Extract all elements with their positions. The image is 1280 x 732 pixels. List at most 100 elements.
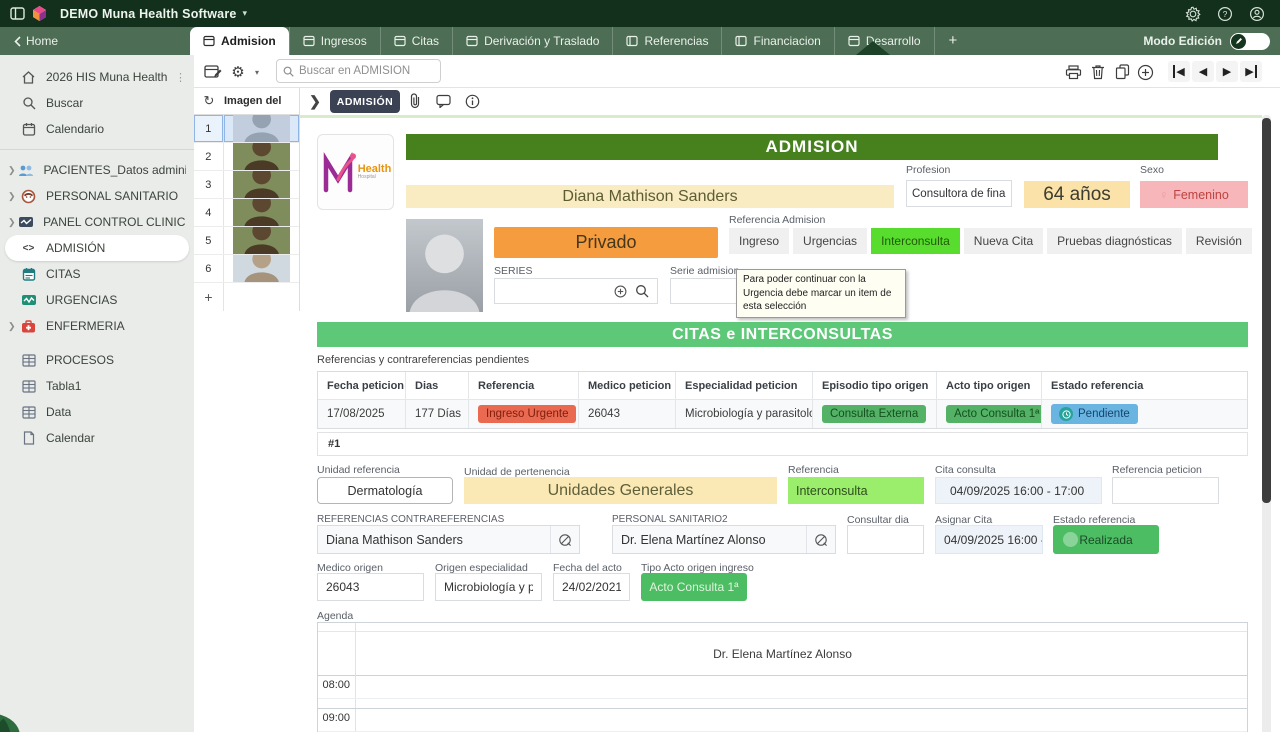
agenda-hour-row[interactable]: 09:00 <box>318 709 1247 732</box>
edit-mode-toggle[interactable] <box>1230 32 1270 50</box>
record-row[interactable]: 5 <box>194 227 299 255</box>
paperclip-icon[interactable] <box>406 92 424 110</box>
segment-revision[interactable]: Revisión <box>1185 228 1252 254</box>
account-icon[interactable] <box>1246 3 1268 25</box>
referral-row[interactable]: 17/08/2025 177 Días Ingreso Urgente 2604… <box>318 400 1247 428</box>
sidebar-item-tabla1[interactable]: Tabla1 <box>0 373 194 399</box>
col-header[interactable]: Medico peticion <box>579 372 676 400</box>
sidebar-item-calendario[interactable]: Calendario <box>0 116 194 142</box>
segment-ingreso[interactable]: Ingreso <box>729 228 790 254</box>
print-icon[interactable] <box>1062 61 1084 83</box>
patient-thumbnail[interactable] <box>224 171 299 198</box>
chevron-right-icon[interactable]: ❯ <box>8 321 20 332</box>
record-row[interactable]: 3 <box>194 171 299 199</box>
series-add-icon[interactable] <box>614 285 627 298</box>
sidebar-item-procesos[interactable]: PROCESOS <box>0 347 194 373</box>
layout-name-badge[interactable]: ADMISIÓN <box>330 90 400 113</box>
personal-sanitario2-input[interactable]: Dr. Elena Martínez Alonso <box>612 525 836 554</box>
series-search-icon[interactable] <box>635 284 649 298</box>
sidebar-item-panel-control[interactable]: ❯ PANEL CONTROL CLINICO Paci... <box>0 209 194 235</box>
tab-citas[interactable]: Citas <box>381 27 454 55</box>
sidebar-item-personal-sanitario[interactable]: ❯ PERSONAL SANITARIO <box>0 183 194 209</box>
home-button[interactable]: Home <box>0 27 72 55</box>
sidebar-item-pacientes[interactable]: ❯ PACIENTES_Datos administrati... <box>0 157 194 183</box>
sidebar-item-data[interactable]: Data <box>0 399 194 425</box>
patient-photo[interactable] <box>406 219 483 312</box>
record-row[interactable]: 1 <box>194 115 299 143</box>
sidebar-item-calendar[interactable]: Calendar <box>0 425 194 451</box>
tools-chevron-down-icon[interactable]: ▾ <box>246 61 268 83</box>
next-record-button[interactable]: ▶ <box>1216 61 1238 82</box>
expand-chevron-icon[interactable]: ❯ <box>306 92 324 110</box>
profesion-input[interactable] <box>906 180 1012 207</box>
duplicate-record-icon[interactable] <box>1111 61 1133 83</box>
patient-thumbnail[interactable] <box>224 143 299 170</box>
consultar-dia-input[interactable] <box>847 525 924 554</box>
patient-thumbnail[interactable] <box>224 199 299 226</box>
unidad-referencia-button[interactable]: Dermatología <box>317 477 453 504</box>
patient-thumbnail[interactable] <box>223 115 299 142</box>
col-header[interactable]: Episodio tipo origen <box>813 372 937 400</box>
origen-especialidad-input[interactable] <box>435 573 542 601</box>
sidebar-item-urgencias[interactable]: URGENCIAS <box>0 287 194 313</box>
add-tab-button[interactable]: + <box>935 27 972 55</box>
previous-record-button[interactable]: ◀ <box>1192 61 1214 82</box>
tab-financiacion[interactable]: Financiacion <box>722 27 835 55</box>
cita-consulta-field[interactable]: 04/09/2025 16:00 - 17:00 <box>935 477 1102 504</box>
record-row[interactable]: 6 <box>194 255 299 283</box>
search-box[interactable] <box>276 59 441 83</box>
sidebar-item-citas[interactable]: CITAS <box>0 261 194 287</box>
last-record-button[interactable]: ▶ <box>1240 61 1262 82</box>
sexo-field[interactable]: ♀ Femenino <box>1140 181 1248 208</box>
vertical-scrollbar[interactable] <box>1262 115 1271 732</box>
sidebar-item-admision[interactable]: <> ADMISIÓN <box>5 235 189 261</box>
first-record-button[interactable]: ◀ <box>1168 61 1190 82</box>
referencias-contrareferencias-input[interactable]: Diana Mathison Sanders <box>317 525 580 554</box>
col-header[interactable]: Acto tipo origen <box>937 372 1042 400</box>
chevron-right-icon[interactable]: ❯ <box>8 191 20 202</box>
tab-referencias[interactable]: Referencias <box>613 27 723 55</box>
tipo-acto-button[interactable]: Acto Consulta 1ª <box>641 573 747 601</box>
record-row[interactable]: 2 <box>194 143 299 171</box>
segment-pruebas-diagnosticas[interactable]: Pruebas diagnósticas <box>1047 228 1182 254</box>
col-header[interactable]: Fecha peticion ^ <box>318 372 406 400</box>
agenda-hour-row[interactable]: 08:00 <box>318 676 1247 709</box>
help-icon[interactable]: ? <box>1214 3 1236 25</box>
referencia-peticion-input[interactable] <box>1112 477 1219 504</box>
new-record-icon[interactable] <box>1134 61 1156 83</box>
search-input[interactable] <box>299 65 424 77</box>
sidebar-item-enfermeria[interactable]: ❯ ENFERMERIA <box>0 313 194 339</box>
add-record-row[interactable]: + <box>194 283 299 311</box>
sidebar-toggle-icon[interactable] <box>6 3 28 25</box>
tab-admision[interactable]: Admision <box>190 27 289 55</box>
clear-link-icon[interactable] <box>806 526 835 553</box>
delete-record-icon[interactable] <box>1087 61 1109 83</box>
sidebar-item-home-file[interactable]: 2026 HIS Muna Health ⋮ <box>0 64 194 90</box>
title-chevron-down-icon[interactable]: ▾ <box>243 8 248 19</box>
medico-origen-input[interactable] <box>317 573 424 601</box>
segment-nueva-cita[interactable]: Nueva Cita <box>963 228 1044 254</box>
agenda-calendar[interactable]: Dr. Elena Martínez Alonso 08:00 09:00 <box>317 622 1248 732</box>
asignar-cita-field[interactable]: 04/09/2025 16:00 - <box>935 525 1043 554</box>
item-menu-icon[interactable]: ⋮ <box>175 71 186 84</box>
series-input[interactable] <box>494 278 658 304</box>
patient-name-field[interactable]: Diana Mathison Sanders <box>406 185 894 208</box>
record-row[interactable]: 4 <box>194 199 299 227</box>
col-header[interactable]: Estado referencia <box>1042 372 1247 400</box>
chat-icon[interactable] <box>434 92 452 110</box>
fecha-acto-input[interactable] <box>553 573 630 601</box>
col-header[interactable]: Especialidad peticion <box>676 372 813 400</box>
scrollbar-thumb[interactable] <box>1262 118 1271 503</box>
info-icon[interactable] <box>463 92 481 110</box>
clear-link-icon[interactable] <box>550 526 579 553</box>
tab-ingresos[interactable]: Ingresos <box>288 27 381 55</box>
chevron-right-icon[interactable]: ❯ <box>8 165 18 176</box>
sidebar-item-buscar[interactable]: Buscar <box>0 90 194 116</box>
patient-thumbnail[interactable] <box>224 255 299 282</box>
estado-referencia-button[interactable]: Realizada <box>1053 525 1159 554</box>
chevron-right-icon[interactable]: ❯ <box>8 217 17 228</box>
layout-edit-icon[interactable] <box>202 61 224 83</box>
segment-interconsulta[interactable]: Interconsulta <box>871 228 960 254</box>
refresh-icon[interactable]: ↻ <box>194 93 224 109</box>
col-header[interactable]: Referencia <box>469 372 579 400</box>
